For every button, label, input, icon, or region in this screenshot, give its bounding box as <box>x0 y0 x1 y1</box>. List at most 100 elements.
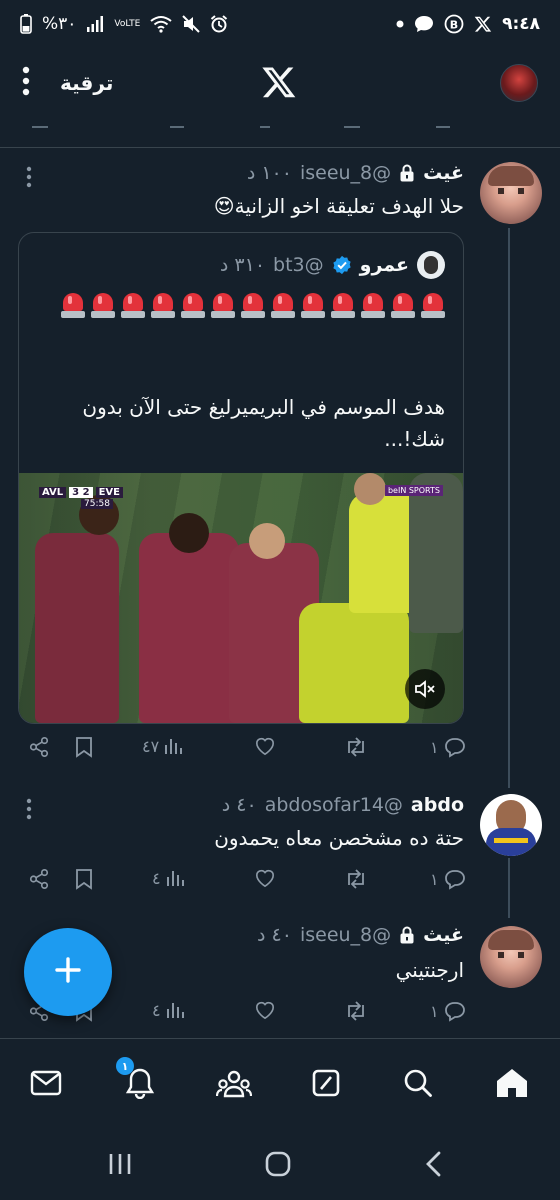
views-button[interactable]: ٤ <box>152 1000 185 1020</box>
bookmark-icon[interactable] <box>74 736 94 758</box>
status-left: %٣٠ VoLTE <box>20 14 228 34</box>
messages-icon <box>414 15 434 33</box>
author-handle[interactable]: @iseeu_8 <box>300 162 391 184</box>
status-bar: %٣٠ VoLTE B ٩:٤٨ <box>0 0 560 48</box>
like-icon[interactable] <box>254 736 276 756</box>
author-name[interactable]: abdo <box>411 794 464 816</box>
reply-button[interactable]: ١ <box>430 1000 467 1022</box>
more-vertical-icon[interactable] <box>22 66 30 100</box>
tweet-1[interactable]: غيث @iseeu_8 ١٠٠ د حلا الهدف تعليقة اخو … <box>0 148 560 788</box>
video-player-figure <box>35 533 119 723</box>
tweet-actions: ٤ ١ <box>0 868 560 902</box>
notification-badge: ١ <box>116 1057 134 1075</box>
video-player-figure <box>354 473 386 505</box>
signal-icon <box>86 15 104 33</box>
siren-emoji-icon <box>151 291 175 319</box>
like-icon[interactable] <box>254 1000 276 1020</box>
views-icon <box>166 871 184 886</box>
compose-button[interactable] <box>24 928 112 1016</box>
grok-icon[interactable] <box>306 1063 346 1103</box>
messages-icon[interactable] <box>26 1063 66 1103</box>
quote-avatar[interactable] <box>417 251 445 279</box>
scoreboard-score: 3 2 <box>69 486 93 498</box>
reply-count: ١ <box>430 737 439 757</box>
avatar[interactable] <box>480 926 542 988</box>
quote-time: ٣١٠ د <box>219 254 266 276</box>
dot-icon <box>396 20 404 28</box>
bookmark-icon[interactable] <box>74 868 94 890</box>
video-player-figure <box>139 533 239 723</box>
upgrade-button[interactable]: ترقية <box>60 71 113 95</box>
avatar-eyes <box>498 952 524 958</box>
video-player-figure <box>169 513 209 553</box>
video-player[interactable]: AVL 3 2 EVE 75:58 beIN SPORTS <box>19 473 463 723</box>
author-handle[interactable]: @abdosofar14 <box>265 794 403 816</box>
siren-emoji-icon <box>391 291 415 319</box>
quote-author-handle[interactable]: @bt3 <box>273 254 324 276</box>
siren-emoji-icon <box>301 291 325 319</box>
lock-icon <box>399 164 415 182</box>
avatar[interactable] <box>480 162 542 224</box>
reply-icon <box>444 1002 465 1022</box>
retweet-icon[interactable] <box>344 736 368 758</box>
previous-action-stub <box>32 118 48 128</box>
tweet-more-icon[interactable] <box>26 166 32 192</box>
home-circle-icon[interactable] <box>258 1146 298 1182</box>
mute-toggle-icon[interactable] <box>405 669 445 709</box>
video-player-figure <box>299 603 409 723</box>
reply-count: ١ <box>430 869 439 889</box>
previous-action-stub <box>436 118 450 128</box>
siren-emoji-icon <box>271 291 295 319</box>
alarm-icon <box>210 15 228 33</box>
svg-text:B: B <box>450 19 458 32</box>
author-name[interactable]: غيث <box>423 162 464 184</box>
retweet-icon[interactable] <box>344 868 368 890</box>
back-icon[interactable] <box>414 1146 454 1182</box>
previous-action-stub <box>260 118 270 128</box>
previous-tweet-actions <box>0 118 560 148</box>
status-right: B ٩:٤٨ <box>396 14 540 34</box>
reply-icon <box>444 738 465 758</box>
siren-emoji-icon <box>91 291 115 319</box>
share-icon[interactable] <box>28 736 50 758</box>
avatar[interactable] <box>480 794 542 856</box>
mute-icon <box>182 15 201 33</box>
reply-button[interactable]: ١ <box>430 868 467 890</box>
verified-badge-icon <box>332 255 352 275</box>
home-icon[interactable] <box>492 1063 532 1103</box>
profile-avatar[interactable] <box>500 64 538 102</box>
bottom-nav: ١ <box>0 1038 560 1126</box>
tweet-time: ٤٠ د <box>257 924 292 946</box>
quoted-tweet[interactable]: عمرو @bt3 ٣١٠ د هدف الموسم في البريميرلي… <box>18 232 464 724</box>
author-name[interactable]: غيث <box>423 924 464 946</box>
communities-icon[interactable] <box>214 1063 254 1103</box>
tweet-header: abdo @abdosofar14 ٤٠ د <box>222 794 464 816</box>
top-bar-left: ترقية <box>22 66 113 100</box>
like-icon[interactable] <box>254 868 276 888</box>
tweet-text: حلا الهدف تعليقة اخو الزانية😍 <box>213 194 464 218</box>
avatar-jersey-stripe <box>494 838 528 843</box>
views-icon <box>165 739 183 754</box>
tweet-more-icon[interactable] <box>26 798 32 824</box>
views-count: ٤ <box>152 868 161 888</box>
avatar-hair <box>488 166 534 186</box>
siren-emoji-icon <box>61 291 85 319</box>
tweet-2[interactable]: abdo @abdosofar14 ٤٠ د حتة ده مشخصن معاه… <box>0 788 560 918</box>
tweet-time: ٤٠ د <box>221 794 257 816</box>
quote-author-name[interactable]: عمرو <box>360 254 409 276</box>
avatar-hair <box>488 930 534 950</box>
siren-emoji-icon <box>361 291 385 319</box>
retweet-icon[interactable] <box>344 1000 368 1022</box>
share-icon[interactable] <box>28 868 50 890</box>
views-icon <box>166 1003 184 1018</box>
recents-icon[interactable] <box>100 1146 140 1182</box>
views-button[interactable]: ٤٧ <box>142 736 183 756</box>
battery-icon <box>20 14 32 34</box>
tweet-header: غيث @iseeu_8 ٤٠ د <box>257 924 464 946</box>
reply-button[interactable]: ١ <box>430 736 467 758</box>
views-button[interactable]: ٤ <box>152 868 185 888</box>
search-icon[interactable] <box>398 1063 438 1103</box>
x-logo-icon[interactable] <box>260 64 298 104</box>
notifications-icon[interactable]: ١ <box>116 1057 160 1103</box>
author-handle[interactable]: @iseeu_8 <box>300 924 391 946</box>
